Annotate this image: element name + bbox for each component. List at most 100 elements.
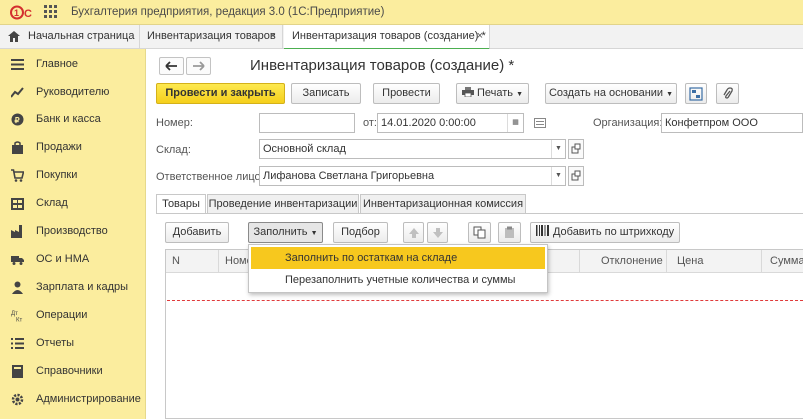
organization-input[interactable]: Конфетпром ООО — [661, 113, 803, 133]
dropdown-arrow-icon: ▼ — [310, 230, 318, 237]
print-label: Печать — [477, 87, 514, 99]
tabs-divider — [156, 213, 803, 214]
add-by-barcode-button[interactable]: Добавить по штрихкоду — [530, 222, 680, 243]
responsible-value: Лифанова Светлана Григорьевна — [263, 170, 435, 182]
arrow-down-icon — [432, 228, 443, 238]
dropdown-arrow-icon: ▼ — [516, 91, 524, 98]
gear-icon — [11, 393, 24, 406]
clipboard-icon — [505, 226, 514, 238]
column-header-sum[interactable]: Сумма — [770, 255, 803, 267]
svg-text:1: 1 — [14, 8, 19, 18]
truck-icon — [11, 256, 24, 265]
create-based-on-button[interactable]: Создать на основании ▼ — [545, 83, 677, 104]
sidebar-item-operations[interactable]: Дт Кт Операции — [0, 302, 146, 329]
move-down-button[interactable] — [427, 222, 448, 243]
calendar-icon[interactable]: ▦ — [507, 114, 523, 132]
sidebar-item-label: Отчеты — [36, 337, 75, 349]
paperclip-icon — [722, 87, 733, 99]
title-bar: 1 C Бухгалтерия предприятия, редакция 3.… — [0, 0, 803, 25]
page-title: Инвентаризация товаров (создание) * — [250, 57, 515, 74]
open-responsible-button[interactable] — [568, 166, 584, 186]
coin-icon: ₽ — [11, 113, 24, 126]
note-icon — [534, 118, 546, 128]
menu-item-refill-accounting-quantities[interactable]: Перезаполнить учетные количества и суммы — [251, 269, 545, 291]
sidebar-item-fixed-assets[interactable]: ОС и НМА — [0, 246, 146, 273]
fill-button[interactable]: Заполнить ▼ — [248, 222, 323, 243]
sidebar-item-label: Продажи — [36, 141, 82, 153]
sidebar-item-label: Покупки — [36, 169, 78, 181]
move-up-button[interactable] — [403, 222, 424, 243]
post-button[interactable]: Провести — [373, 83, 440, 104]
dropdown-arrow-icon[interactable]: ▼ — [551, 140, 565, 158]
back-button[interactable] — [159, 57, 184, 75]
sidebar-item-reports[interactable]: Отчеты — [0, 330, 146, 357]
arrow-left-icon — [165, 61, 177, 71]
tab-label: Инвентаризация товаров — [147, 30, 276, 42]
book-icon — [12, 365, 23, 378]
warehouse-label: Склад: — [156, 144, 191, 156]
close-icon[interactable]: × — [270, 25, 276, 48]
close-icon[interactable]: × — [477, 25, 483, 48]
sidebar-item-label: Операции — [36, 309, 88, 321]
date-value: 14.01.2020 0:00:00 — [381, 117, 476, 129]
tab-home[interactable]: Начальная страница — [0, 25, 140, 49]
sidebar-item-salary[interactable]: Зарплата и кадры — [0, 274, 146, 301]
attach-button[interactable] — [716, 83, 739, 104]
column-divider — [761, 250, 762, 273]
tab-inventory-conduct[interactable]: Проведение инвентаризации — [207, 194, 359, 214]
bag-icon — [12, 141, 23, 154]
open-tabs-bar: Начальная страница Инвентаризация товаро… — [0, 25, 803, 50]
barcode-label: Добавить по штрихкоду — [552, 226, 675, 238]
add-row-button[interactable]: Добавить — [165, 222, 229, 243]
copy-row-button[interactable] — [468, 222, 491, 243]
sidebar-item-purchases[interactable]: Покупки — [0, 162, 146, 189]
report-icon — [11, 338, 24, 349]
sidebar-item-label: ОС и НМА — [36, 253, 90, 265]
sidebar-item-sales[interactable]: Продажи — [0, 134, 146, 161]
sidebar-item-warehouse[interactable]: Склад — [0, 190, 146, 217]
post-and-close-button[interactable]: Провести и закрыть — [156, 83, 285, 104]
tab-home-label: Начальная страница — [28, 30, 135, 42]
sidebar-item-label: Руководителю — [36, 86, 110, 98]
apps-grid-icon[interactable] — [44, 5, 58, 19]
sidebar-item-main[interactable]: Главное — [0, 51, 146, 78]
column-header-n[interactable]: N — [172, 255, 180, 267]
open-warehouse-button[interactable] — [568, 139, 584, 159]
column-divider — [666, 250, 667, 273]
menu-item-fill-by-warehouse-balance[interactable]: Заполнить по остаткам на складе — [251, 247, 545, 269]
fill-dropdown-menu: Заполнить по остаткам на складе Перезапо… — [248, 244, 548, 293]
tab-inventory[interactable]: Инвентаризация товаров × — [141, 25, 283, 49]
select-button[interactable]: Подбор — [333, 222, 388, 243]
number-input[interactable] — [259, 113, 355, 133]
svg-text:Кт: Кт — [16, 318, 22, 323]
forward-button[interactable] — [186, 57, 211, 75]
barcode-icon — [535, 225, 549, 236]
sidebar-item-bank[interactable]: ₽ Банк и касса — [0, 106, 146, 133]
tab-goods[interactable]: Товары — [156, 194, 206, 214]
date-label: от: — [363, 117, 377, 129]
structure-button[interactable] — [685, 83, 707, 104]
tab-inventory-create[interactable]: Инвентаризация товаров (создание) * × — [284, 25, 490, 50]
dropdown-arrow-icon[interactable]: ▼ — [551, 167, 565, 185]
responsible-input[interactable]: Лифанова Светлана Григорьевна ▼ — [259, 166, 566, 186]
tab-inventory-commission[interactable]: Инвентаризационная комиссия — [360, 194, 526, 214]
sidebar-item-label: Производство — [36, 225, 108, 237]
printer-icon — [461, 87, 474, 98]
document-form: Инвентаризация товаров (создание) * Пров… — [147, 49, 803, 419]
paste-row-button[interactable] — [498, 222, 521, 243]
sidebar-item-production[interactable]: Производство — [0, 218, 146, 245]
warehouse-input[interactable]: Основной склад ▼ — [259, 139, 566, 159]
date-input[interactable]: 14.01.2020 0:00:00 ▦ — [377, 113, 524, 133]
sidebar-item-admin[interactable]: Администрирование — [0, 386, 146, 413]
organization-label: Организация: — [593, 117, 663, 129]
operations-icon: ДтКт — [11, 311, 22, 323]
home-icon — [8, 31, 20, 42]
column-header-deviation[interactable]: Отклонение — [601, 255, 663, 267]
open-link-icon — [571, 143, 581, 154]
column-header-price[interactable]: Цена — [677, 255, 703, 267]
print-button[interactable]: Печать ▼ — [456, 83, 529, 104]
sidebar-item-label: Банк и касса — [36, 113, 101, 125]
sidebar-item-catalogs[interactable]: Справочники — [0, 358, 146, 385]
sidebar-item-director[interactable]: Руководителю — [0, 79, 146, 106]
save-button[interactable]: Записать — [291, 83, 361, 104]
